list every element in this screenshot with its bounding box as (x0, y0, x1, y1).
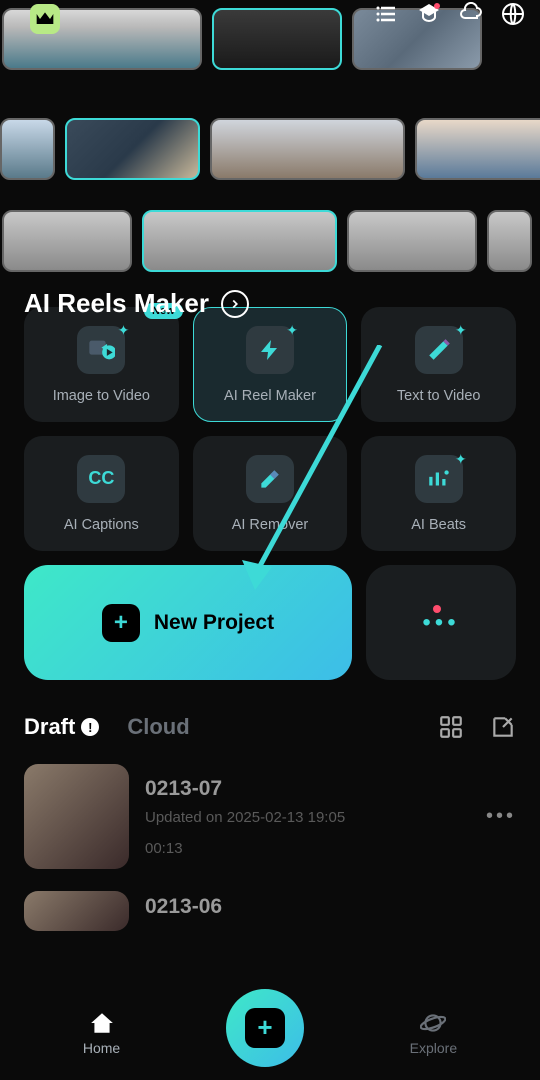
image-video-icon: ✦ (77, 326, 125, 374)
nav-home[interactable]: Home (83, 1010, 120, 1056)
top-icons (375, 2, 525, 26)
tab-draft[interactable]: Draft ! (24, 714, 99, 740)
tab-cloud-label: Cloud (127, 714, 189, 740)
draft-title: 0213-06 (145, 895, 516, 919)
tab-draft-label: Draft (24, 714, 75, 740)
draft-info: 0213-06 (145, 895, 516, 927)
more-button[interactable]: ••• (366, 565, 516, 680)
draft-updated: Updated on 2025-02-13 19:05 (145, 809, 470, 826)
section-header[interactable]: AI Reels Maker (24, 288, 249, 319)
feature-grid: New ✦ Image to Video ✦ AI Reel Maker ✦ T… (0, 307, 540, 551)
nav-explore[interactable]: Explore (410, 1010, 457, 1056)
template-thumbnail[interactable] (415, 118, 540, 180)
bottom-nav: Home + Explore (0, 985, 540, 1080)
eraser-icon (246, 455, 294, 503)
draft-item[interactable]: 0213-07 Updated on 2025-02-13 19:05 00:1… (24, 764, 516, 869)
edit-icon[interactable] (490, 714, 516, 740)
gallery-row-2 (0, 118, 540, 180)
template-thumbnail[interactable] (142, 210, 337, 272)
draft-more-icon[interactable]: ••• (486, 805, 516, 828)
feature-ai-captions[interactable]: CC AI Captions (24, 436, 179, 551)
feature-label: Text to Video (397, 388, 481, 404)
dots-icon: ••• (422, 609, 459, 637)
music-bars-icon: ✦ (415, 455, 463, 503)
feature-label: AI Beats (411, 517, 466, 533)
template-thumbnail[interactable] (487, 210, 532, 272)
template-thumbnail[interactable] (0, 118, 55, 180)
template-gallery (0, 0, 540, 272)
draft-thumbnail (24, 764, 129, 869)
draft-title: 0213-07 (145, 777, 470, 801)
draft-thumbnail (24, 891, 129, 931)
notification-dot (433, 605, 441, 613)
template-thumbnail[interactable] (2, 210, 132, 272)
planet-icon (420, 1010, 446, 1036)
section-title: AI Reels Maker (24, 288, 209, 319)
premium-badge[interactable] (30, 4, 60, 34)
nav-home-label: Home (83, 1040, 120, 1056)
pencil-icon: ✦ (415, 326, 463, 374)
feature-text-to-video[interactable]: ✦ Text to Video (361, 307, 516, 422)
drafts-header: Draft ! Cloud (0, 714, 540, 740)
draft-duration: 00:13 (145, 840, 470, 857)
globe-icon[interactable] (501, 2, 525, 26)
plus-icon: + (102, 604, 140, 642)
feature-ai-remover[interactable]: AI Remover (193, 436, 348, 551)
feature-ai-reel-maker[interactable]: ✦ AI Reel Maker (193, 307, 348, 422)
list-icon[interactable] (375, 2, 399, 26)
feature-label: Image to Video (53, 388, 150, 404)
chevron-right-icon (221, 290, 249, 318)
new-project-button[interactable]: + New Project (24, 565, 352, 680)
template-thumbnail[interactable] (65, 118, 200, 180)
cloud-icon[interactable] (459, 2, 483, 26)
captions-icon: CC (77, 455, 125, 503)
template-thumbnail[interactable] (212, 8, 342, 70)
feature-ai-beats[interactable]: ✦ AI Beats (361, 436, 516, 551)
template-thumbnail[interactable] (347, 210, 477, 272)
draft-list: 0213-07 Updated on 2025-02-13 19:05 00:1… (0, 764, 540, 931)
feature-label: AI Reel Maker (224, 388, 316, 404)
alert-icon: ! (81, 718, 99, 736)
graduation-icon[interactable] (417, 2, 441, 26)
draft-item[interactable]: 0213-06 (24, 891, 516, 931)
template-thumbnail[interactable] (210, 118, 405, 180)
feature-label: AI Captions (64, 517, 139, 533)
crown-icon (35, 11, 55, 27)
home-icon (89, 1010, 115, 1036)
action-row: + New Project ••• (0, 565, 540, 680)
fab-create[interactable]: + (226, 989, 304, 1067)
lightning-icon: ✦ (246, 326, 294, 374)
tab-cloud[interactable]: Cloud (127, 714, 189, 740)
nav-explore-label: Explore (410, 1040, 457, 1056)
draft-info: 0213-07 Updated on 2025-02-13 19:05 00:1… (145, 777, 470, 857)
feature-label: AI Remover (232, 517, 309, 533)
feature-image-to-video[interactable]: New ✦ Image to Video (24, 307, 179, 422)
gallery-row-3 (0, 210, 540, 272)
grid-icon[interactable] (438, 714, 464, 740)
plus-icon: + (245, 1008, 285, 1048)
new-project-label: New Project (154, 611, 274, 635)
